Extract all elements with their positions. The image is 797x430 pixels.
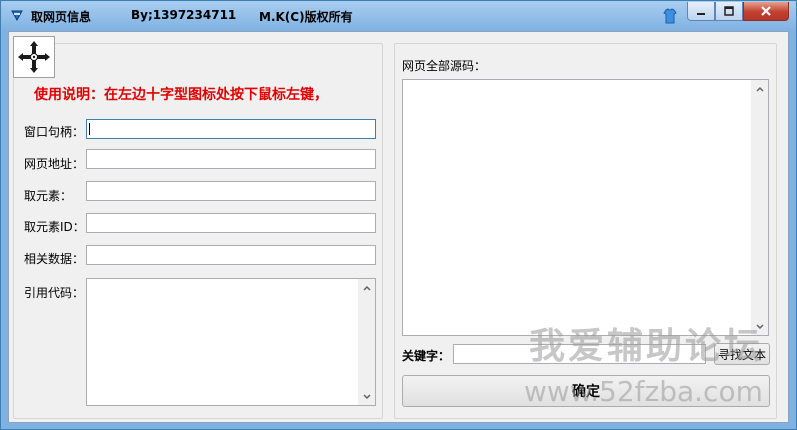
chevron-down-icon <box>362 393 371 399</box>
scroll-up-button[interactable] <box>358 279 375 296</box>
scroll-down-button[interactable] <box>358 388 375 405</box>
window-copyright: M.K(C)版权所有 <box>259 10 353 24</box>
text-caret <box>89 123 90 135</box>
close-button[interactable] <box>743 2 789 21</box>
title-bar[interactable]: 取网页信息 By;1397234711 M.K(C)版权所有 <box>1 1 796 31</box>
source-scroll-down-button[interactable] <box>751 318 768 335</box>
maximize-button[interactable] <box>715 2 743 21</box>
chevron-up-icon <box>755 86 764 92</box>
field-label-url: 网页地址： <box>24 157 85 171</box>
chevron-down-icon <box>755 323 764 329</box>
code-scrollbar[interactable] <box>358 279 375 405</box>
app-window: 取网页信息 By;1397234711 M.K(C)版权所有 使用说明：在左边十… <box>0 0 797 430</box>
maximize-icon <box>724 6 734 16</box>
field-label-element-id: 取元素ID： <box>24 220 85 234</box>
keyword-label: 关键字： <box>402 349 451 363</box>
source-scrollbar[interactable] <box>751 80 768 335</box>
ok-button[interactable]: 确定 <box>402 375 770 407</box>
chevron-up-icon <box>362 285 371 291</box>
window-handle-input[interactable] <box>86 119 376 139</box>
app-icon <box>11 10 23 21</box>
source-textarea[interactable] <box>402 79 769 336</box>
tshirt-icon[interactable] <box>663 8 677 24</box>
field-label-element: 取元素： <box>24 189 73 203</box>
minimize-icon <box>697 13 705 15</box>
field-label-window-handle: 窗口句柄： <box>24 125 85 139</box>
source-label: 网页全部源码： <box>402 59 487 73</box>
url-input[interactable] <box>86 149 376 169</box>
crosshair-icon <box>18 41 50 73</box>
close-icon <box>761 6 771 16</box>
window-title: 取网页信息 <box>31 10 92 24</box>
code-textarea[interactable] <box>86 278 376 406</box>
client-area: 使用说明：在左边十字型图标处按下鼠标左键， 窗口句柄： 网页地址： 取元素： 取… <box>8 31 789 423</box>
crosshair-picker[interactable] <box>13 36 55 78</box>
window-author: By;1397234711 <box>131 8 237 22</box>
field-label-code: 引用代码： <box>24 286 85 300</box>
minimize-button[interactable] <box>687 2 715 21</box>
find-text-button[interactable]: 寻找文本 <box>714 343 770 365</box>
related-data-input[interactable] <box>86 245 376 265</box>
source-scroll-up-button[interactable] <box>751 80 768 97</box>
field-label-related-data: 相关数据： <box>24 252 85 266</box>
keyword-input[interactable] <box>453 344 706 364</box>
instruction-text: 使用说明：在左边十字型图标处按下鼠标左键， <box>34 87 328 103</box>
element-id-input[interactable] <box>86 213 376 233</box>
element-input[interactable] <box>86 181 376 201</box>
